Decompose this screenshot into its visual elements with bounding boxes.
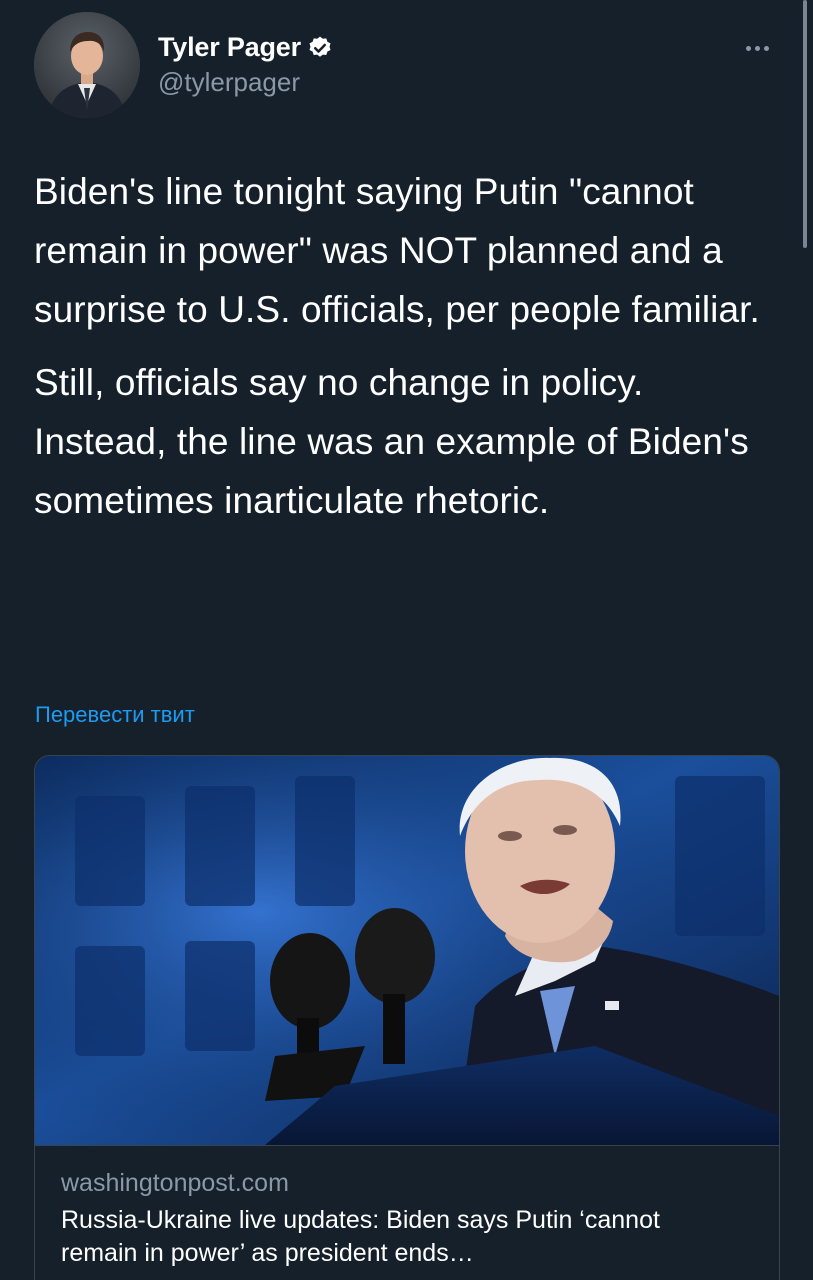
link-card[interactable]: washingtonpost.com Russia-Ukraine live u…	[34, 755, 780, 1280]
tweet-paragraph: Still, officials say no change in policy…	[34, 362, 749, 521]
link-card-domain: washingtonpost.com	[61, 1169, 289, 1197]
author-handle[interactable]: @tylerpager	[158, 67, 333, 98]
avatar[interactable]	[34, 12, 140, 118]
scrollbar[interactable]	[803, 0, 807, 248]
tweet-paragraph: Biden's line tonight saying Putin "canno…	[34, 171, 760, 330]
link-card-image[interactable]	[35, 756, 779, 1146]
link-card-title[interactable]: Russia-Ukraine live updates: Biden says …	[61, 1204, 741, 1270]
more-options-icon[interactable]	[746, 40, 776, 56]
author-display-name[interactable]: Tyler Pager	[158, 32, 301, 63]
author-names: Tyler Pager @tylerpager	[158, 32, 333, 98]
avatar-photo	[34, 12, 140, 118]
verified-badge-icon	[307, 35, 333, 61]
link-card-meta: washingtonpost.com Russia-Ukraine live u…	[61, 1166, 761, 1270]
biden-speech-photo	[35, 756, 779, 1145]
tweet-body: Biden's line tonight saying Putin "canno…	[34, 162, 784, 530]
translate-tweet-link[interactable]: Перевести твит	[35, 702, 195, 728]
tweet-header: Tyler Pager @tylerpager	[34, 12, 784, 122]
